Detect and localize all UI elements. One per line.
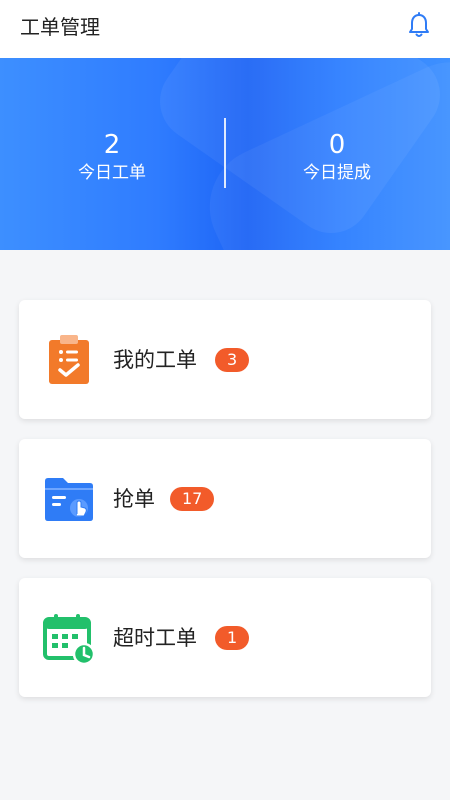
card-my-orders[interactable]: 我的工单 3 bbox=[19, 300, 431, 419]
calendar-clock-icon bbox=[43, 614, 96, 666]
clipboard-check-icon bbox=[49, 335, 89, 384]
count-badge: 3 bbox=[215, 348, 250, 372]
folder-tap-icon bbox=[45, 478, 93, 521]
stat-today-commission-label: 今日提成 bbox=[303, 163, 371, 183]
stat-today-commission[interactable]: 0 今日提成 bbox=[247, 130, 427, 184]
stat-today-orders[interactable]: 2 今日工单 bbox=[22, 130, 202, 184]
card-label: 超时工单 bbox=[113, 626, 197, 650]
stat-today-orders-value: 2 bbox=[103, 130, 121, 160]
card-label: 我的工单 bbox=[113, 348, 197, 372]
stats-divider bbox=[224, 118, 226, 188]
count-badge: 1 bbox=[215, 626, 250, 650]
count-badge: 17 bbox=[170, 487, 215, 511]
card-label: 抢单 bbox=[113, 487, 155, 511]
page-title: 工单管理 bbox=[20, 15, 100, 39]
bell-icon[interactable] bbox=[407, 12, 431, 40]
stats-banner: 2 今日工单 0 今日提成 bbox=[0, 58, 450, 250]
card-overdue-orders[interactable]: 超时工单 1 bbox=[19, 578, 431, 697]
header-bar: 工单管理 bbox=[0, 0, 450, 58]
card-grab-orders[interactable]: 抢单 17 bbox=[19, 439, 431, 558]
stat-today-orders-label: 今日工单 bbox=[78, 163, 146, 183]
stat-today-commission-value: 0 bbox=[328, 130, 346, 160]
